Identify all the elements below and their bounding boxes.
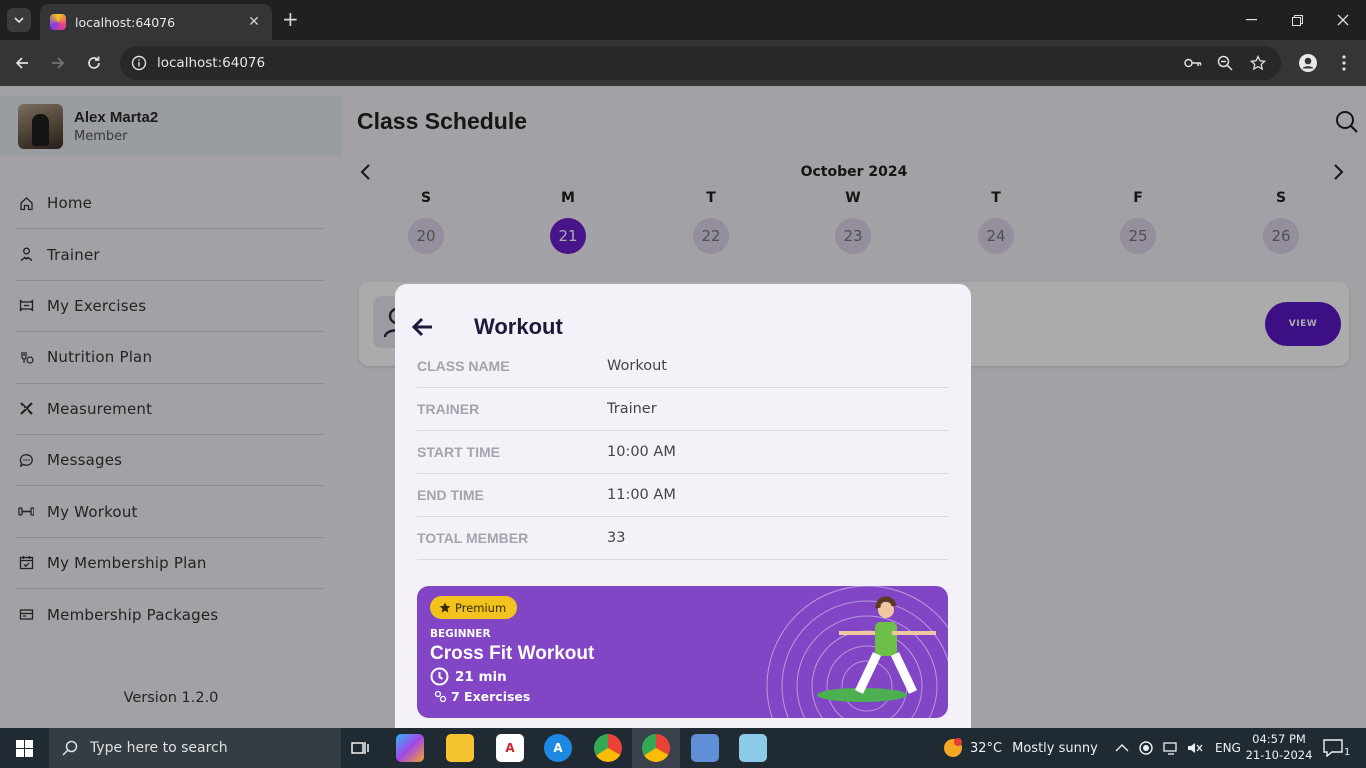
notification-center[interactable]: 1: [1323, 728, 1350, 768]
tab-title: localhost:64076: [75, 14, 176, 30]
clock-date: 21-10-2024: [1245, 748, 1313, 762]
taskbar-clock[interactable]: 04:57 PM 21-10-2024: [1236, 731, 1322, 763]
taskbar-search[interactable]: Type here to search: [49, 728, 341, 768]
search-icon: [62, 740, 78, 756]
close-icon: [1337, 14, 1349, 26]
close-window-button[interactable]: [1320, 0, 1366, 40]
modal-title: Workout: [474, 314, 563, 339]
app-favicon-icon: [50, 14, 66, 30]
volume-muted-icon[interactable]: [1187, 741, 1203, 755]
workout-level: BEGINNER: [430, 628, 491, 640]
detail-value: Trainer: [607, 401, 657, 417]
notification-icon: [1323, 739, 1343, 757]
class-detail-modal: Workout CLASS NAME Workout TRAINER Train…: [395, 284, 971, 728]
premium-label: Premium: [455, 600, 507, 615]
taskbar-search-placeholder: Type here to search: [90, 740, 228, 756]
forward-button[interactable]: [46, 51, 70, 75]
notification-count: 1: [1344, 746, 1351, 758]
minimize-button[interactable]: [1228, 0, 1274, 40]
weather-text: Mostly sunny: [1012, 740, 1098, 756]
browser-toolbar: localhost:64076: [0, 40, 1366, 86]
clock-icon: [430, 667, 449, 686]
detail-value: 11:00 AM: [607, 487, 676, 503]
back-button[interactable]: [10, 51, 34, 75]
close-tab-icon[interactable]: ✕: [246, 14, 262, 30]
detail-value: Workout: [607, 358, 667, 374]
app-store-icon[interactable]: A: [544, 734, 572, 762]
tab-search-button[interactable]: [7, 8, 31, 32]
weather-sun-icon: [944, 738, 962, 757]
start-button[interactable]: [0, 728, 48, 768]
arrow-left-icon: [411, 317, 432, 337]
browser-tab-bar: localhost:64076 ✕ +: [0, 0, 1366, 40]
weather-temp: 32°C: [970, 740, 1003, 756]
detail-row: TRAINER Trainer: [417, 388, 948, 431]
detail-row: TOTAL MEMBER 33: [417, 517, 948, 560]
bookmark-star-icon[interactable]: [1248, 53, 1268, 73]
browser-tab[interactable]: localhost:64076 ✕: [40, 4, 272, 40]
weather-widget[interactable]: 32°C Mostly sunny: [942, 728, 1098, 768]
chrome-icon[interactable]: [642, 734, 670, 762]
detail-value: 33: [607, 530, 626, 546]
workout-duration: 21 min: [430, 667, 507, 686]
more-vertical-icon: [1342, 55, 1346, 71]
detail-row: START TIME 10:00 AM: [417, 431, 948, 474]
exercises-text: 7 Exercises: [451, 689, 531, 704]
workout-banner[interactable]: Premium BEGINNER Cross Fit Workout 21 mi…: [417, 586, 948, 718]
detail-key: TRAINER: [417, 401, 480, 417]
detail-row: CLASS NAME Workout: [417, 345, 948, 388]
duration-text: 21 min: [455, 668, 507, 685]
class-details: CLASS NAME Workout TRAINER Trainer START…: [417, 345, 948, 560]
detail-key: START TIME: [417, 444, 500, 460]
arrow-right-icon: [52, 57, 65, 69]
detail-key: CLASS NAME: [417, 358, 510, 374]
restore-icon: [1291, 14, 1303, 26]
restore-button[interactable]: [1274, 0, 1320, 40]
clock-time: 04:57 PM: [1252, 732, 1306, 746]
password-key-icon[interactable]: [1183, 53, 1203, 73]
pdf-reader-icon[interactable]: A: [496, 734, 524, 762]
address-bar[interactable]: localhost:64076: [120, 46, 1281, 80]
reload-icon: [88, 56, 100, 69]
profile-icon: [1299, 54, 1317, 72]
network-icon[interactable]: [1163, 741, 1179, 755]
detail-row: END TIME 11:00 AM: [417, 474, 948, 517]
url-text: localhost:64076: [157, 55, 266, 71]
windows-taskbar: Type here to search A A 32°C Mostly sunn…: [0, 728, 1366, 768]
detail-key: TOTAL MEMBER: [417, 530, 529, 546]
exercise-icon: [434, 690, 447, 703]
zoom-icon[interactable]: [1215, 53, 1235, 73]
paint-icon[interactable]: [691, 734, 719, 762]
workout-name: Cross Fit Workout: [430, 643, 595, 664]
detail-key: END TIME: [417, 487, 484, 503]
reload-button[interactable]: [82, 51, 106, 75]
new-tab-button[interactable]: +: [282, 9, 299, 29]
arrow-left-icon: [15, 57, 28, 69]
chevron-down-icon: [14, 17, 24, 23]
task-view-icon[interactable]: [346, 734, 374, 762]
file-explorer-icon[interactable]: [446, 734, 474, 762]
yoga-illustration: [766, 586, 948, 718]
profile-button[interactable]: [1296, 51, 1320, 75]
system-tray: ENG: [1115, 728, 1241, 768]
copilot-icon[interactable]: [396, 734, 424, 762]
site-info-icon[interactable]: [131, 55, 147, 71]
notepad-icon[interactable]: [739, 734, 767, 762]
detail-value: 10:00 AM: [607, 444, 676, 460]
back-button[interactable]: [411, 317, 433, 341]
record-icon[interactable]: [1139, 741, 1153, 755]
star-icon: [439, 602, 451, 612]
windows-logo-icon: [15, 739, 33, 757]
premium-badge: Premium: [430, 596, 518, 619]
chrome-profile-icon[interactable]: [594, 734, 622, 762]
browser-menu-button[interactable]: [1332, 51, 1356, 75]
chevron-up-icon[interactable]: [1115, 743, 1129, 753]
workout-exercises: 7 Exercises: [434, 689, 530, 704]
minimize-icon: [1245, 19, 1257, 21]
app-viewport: Alex Marta2 Member Home Trainer My Exerc…: [0, 86, 1366, 728]
